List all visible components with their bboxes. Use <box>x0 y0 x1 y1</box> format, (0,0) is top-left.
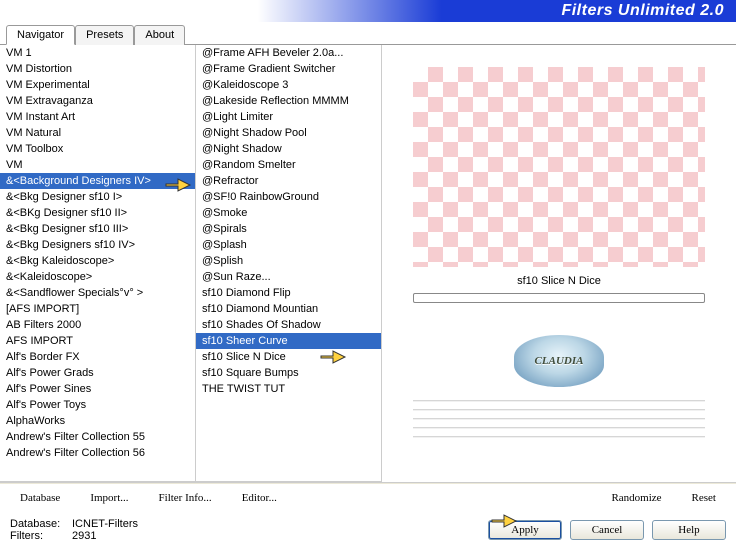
lower-toolbar: Database Import... Filter Info... Editor… <box>0 483 736 512</box>
list-item[interactable]: VM Extravaganza <box>0 93 195 109</box>
filter-list[interactable]: @Frame AFH Beveler 2.0a...@Frame Gradien… <box>196 45 382 482</box>
apply-button[interactable]: Apply <box>488 520 562 540</box>
list-item[interactable]: &<Bkg Designers sf10 IV> <box>0 237 195 253</box>
status-bar: Database:ICNET-Filters Filters:2931 Appl… <box>0 512 736 542</box>
cancel-button[interactable]: Cancel <box>570 520 644 540</box>
list-item[interactable]: Alf's Power Grads <box>0 365 195 381</box>
list-item[interactable]: @Frame AFH Beveler 2.0a... <box>196 45 381 61</box>
randomize-button[interactable]: Randomize <box>597 488 675 508</box>
app-title: Filters Unlimited 2.0 <box>561 2 724 20</box>
tab-about[interactable]: About <box>134 25 185 45</box>
db-label: Database: <box>10 518 72 530</box>
param-separators <box>413 393 705 445</box>
help-button[interactable]: Help <box>652 520 726 540</box>
filters-label: Filters: <box>10 530 72 542</box>
list-item[interactable]: &<Bkg Designer sf10 III> <box>0 221 195 237</box>
list-item[interactable]: sf10 Sheer Curve <box>196 333 381 349</box>
list-item[interactable]: VM Toolbox <box>0 141 195 157</box>
list-item[interactable]: @Kaleidoscope 3 <box>196 77 381 93</box>
list-item[interactable]: Alf's Power Toys <box>0 397 195 413</box>
author-logo: CLAUDIA <box>514 335 604 387</box>
list-item[interactable]: @Sun Raze... <box>196 269 381 285</box>
list-item[interactable]: @Lakeside Reflection MMMM <box>196 93 381 109</box>
import-button[interactable]: Import... <box>76 488 142 508</box>
list-item[interactable]: AlphaWorks <box>0 413 195 429</box>
preview-label: sf10 Slice N Dice <box>517 275 601 287</box>
list-item[interactable]: sf10 Shades Of Shadow <box>196 317 381 333</box>
progress-bar <box>413 293 705 303</box>
editor-button[interactable]: Editor... <box>228 488 291 508</box>
preview-image <box>413 67 705 267</box>
list-item[interactable]: Alf's Power Sines <box>0 381 195 397</box>
tab-presets[interactable]: Presets <box>75 25 134 45</box>
titlebar: Filters Unlimited 2.0 <box>0 0 736 22</box>
list-item[interactable]: @Spirals <box>196 221 381 237</box>
list-item[interactable]: @SF!0 RainbowGround <box>196 189 381 205</box>
list-item[interactable]: @Random Smelter <box>196 157 381 173</box>
list-item[interactable]: VM 1 <box>0 45 195 61</box>
list-item[interactable]: @Light Limiter <box>196 109 381 125</box>
list-item[interactable]: &<BKg Designer sf10 II> <box>0 205 195 221</box>
list-item[interactable]: @Refractor <box>196 173 381 189</box>
category-list[interactable]: VM 1VM DistortionVM ExperimentalVM Extra… <box>0 45 196 482</box>
preview-pane: sf10 Slice N Dice CLAUDIA <box>382 45 736 482</box>
list-item[interactable]: VM Instant Art <box>0 109 195 125</box>
list-item[interactable]: THE TWIST TUT <box>196 381 381 397</box>
list-item[interactable]: AFS IMPORT <box>0 333 195 349</box>
list-item[interactable]: Andrew's Filter Collection 56 <box>0 445 195 461</box>
list-item[interactable]: VM <box>0 157 195 173</box>
list-item[interactable]: VM Experimental <box>0 77 195 93</box>
filter-info-button[interactable]: Filter Info... <box>145 488 226 508</box>
list-item[interactable]: sf10 Diamond Flip <box>196 285 381 301</box>
tab-navigator[interactable]: Navigator <box>6 25 75 45</box>
status-info: Database:ICNET-Filters Filters:2931 <box>10 518 138 542</box>
tab-bar: Navigator Presets About <box>0 22 736 45</box>
workarea: VM 1VM DistortionVM ExperimentalVM Extra… <box>0 45 736 483</box>
list-item[interactable]: sf10 Diamond Mountian <box>196 301 381 317</box>
list-item[interactable]: @Night Shadow Pool <box>196 125 381 141</box>
list-item[interactable]: &<Sandflower Specials°v° > <box>0 285 195 301</box>
reset-button[interactable]: Reset <box>678 488 730 508</box>
list-item[interactable]: @Frame Gradient Switcher <box>196 61 381 77</box>
list-item[interactable]: &<Kaleidoscope> <box>0 269 195 285</box>
list-item[interactable]: &<Background Designers IV> <box>0 173 195 189</box>
list-item[interactable]: VM Natural <box>0 125 195 141</box>
list-item[interactable]: @Splash <box>196 237 381 253</box>
list-item[interactable]: @Night Shadow <box>196 141 381 157</box>
list-item[interactable]: @Splish <box>196 253 381 269</box>
list-item[interactable]: &<Bkg Designer sf10 I> <box>0 189 195 205</box>
list-item[interactable]: VM Distortion <box>0 61 195 77</box>
list-item[interactable]: AB Filters 2000 <box>0 317 195 333</box>
database-button[interactable]: Database <box>6 488 74 508</box>
list-item[interactable]: [AFS IMPORT] <box>0 301 195 317</box>
db-value: ICNET-Filters <box>72 518 138 530</box>
list-item[interactable]: &<Bkg Kaleidoscope> <box>0 253 195 269</box>
list-item[interactable]: Andrew's Filter Collection 55 <box>0 429 195 445</box>
filters-count: 2931 <box>72 530 96 542</box>
list-item[interactable]: sf10 Square Bumps <box>196 365 381 381</box>
list-item[interactable]: @Smoke <box>196 205 381 221</box>
dialog-buttons: Apply Cancel Help <box>488 520 726 540</box>
list-item[interactable]: sf10 Slice N Dice <box>196 349 381 365</box>
list-item[interactable]: Alf's Border FX <box>0 349 195 365</box>
